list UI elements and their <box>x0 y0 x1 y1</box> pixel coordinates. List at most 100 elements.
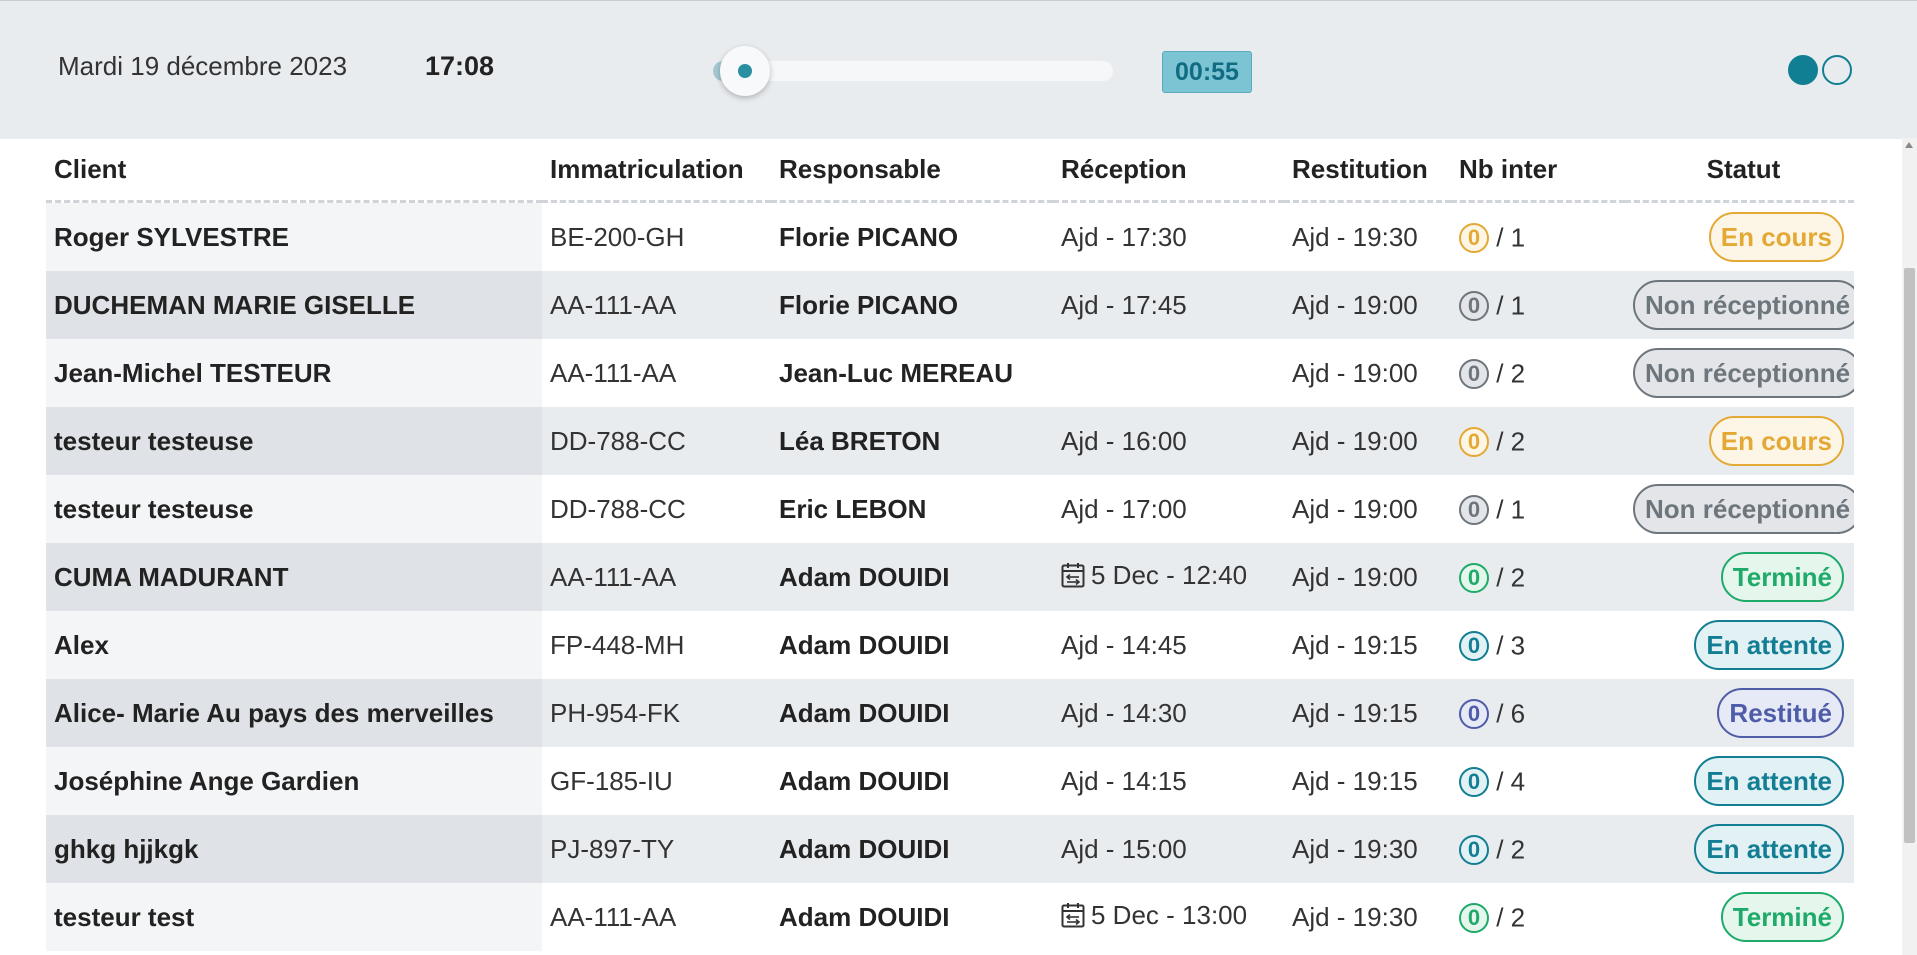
cell-responsable: Adam DOUIDI <box>771 815 1053 883</box>
cell-statut: En attente <box>1625 747 1854 815</box>
table-row[interactable]: DUCHEMAN MARIE GISELLE AA-111-AA Florie PI… <box>46 271 1854 339</box>
cell-immatriculation: AA-111-AA <box>542 339 771 407</box>
cell-client: testeur test <box>46 883 542 951</box>
cell-restitution: Ajd - 19:00 <box>1284 475 1451 543</box>
col-header-responsable[interactable]: Responsable <box>771 138 1053 203</box>
page-dot-2[interactable] <box>1822 55 1852 85</box>
table-row[interactable]: testeur testeuse DD-788-CC Léa BRETON Ajd -… <box>46 407 1854 475</box>
cell-restitution: Ajd - 19:30 <box>1284 815 1451 883</box>
cell-statut: Non réceptionné <box>1625 339 1854 407</box>
scrollbar-thumb[interactable] <box>1904 268 1915 843</box>
col-header-statut[interactable]: Statut <box>1625 138 1854 203</box>
inter-total: / 1 <box>1496 494 1526 525</box>
reception-text: Ajd - 14:15 <box>1061 765 1187 796</box>
status-badge[interactable]: Non réceptionné <box>1633 348 1854 398</box>
inter-count-badge: 0 <box>1459 358 1489 389</box>
status-badge[interactable]: En attente <box>1694 756 1844 806</box>
scroll-up-arrow-icon[interactable] <box>1905 142 1913 148</box>
cell-nb-inter: 0 / 2 <box>1451 407 1625 475</box>
status-badge[interactable]: Terminé <box>1720 552 1844 602</box>
inter-total: / 1 <box>1496 222 1526 253</box>
status-badge[interactable]: En attente <box>1694 620 1844 670</box>
status-badge[interactable]: En attente <box>1694 824 1844 874</box>
cell-responsable: Florie PICANO <box>771 271 1053 339</box>
calendar-icon <box>1061 562 1085 595</box>
inter-count-badge: 0 <box>1459 834 1489 865</box>
cell-responsable: Adam DOUIDI <box>771 883 1053 951</box>
cell-client: Joséphine Ange Gardien <box>46 747 542 815</box>
reception-text: Ajd - 15:00 <box>1061 833 1187 864</box>
status-badge[interactable]: Non réceptionné <box>1633 484 1854 534</box>
inter-total: / 4 <box>1496 766 1526 797</box>
cell-nb-inter: 0 / 1 <box>1451 475 1625 543</box>
cell-nb-inter: 0 / 1 <box>1451 271 1625 339</box>
cell-nb-inter: 0 / 2 <box>1451 543 1625 611</box>
inter-count-badge: 0 <box>1459 290 1489 321</box>
status-badge[interactable]: En cours <box>1708 212 1844 262</box>
cell-client: Roger SYLVESTRE <box>46 201 542 271</box>
page-indicator <box>1788 55 1852 85</box>
cell-reception: Ajd - 17:30 <box>1053 201 1284 271</box>
table-row[interactable]: CUMA MADURANT AA-111-AA Adam DOUIDI 5 Dec -… <box>46 543 1854 611</box>
time-slider[interactable] <box>713 46 1113 96</box>
cell-responsable: Adam DOUIDI <box>771 611 1053 679</box>
cell-responsable: Adam DOUIDI <box>771 543 1053 611</box>
col-header-restitution[interactable]: Restitution <box>1284 138 1451 203</box>
table-row[interactable]: ghkg hjjkgk PJ-897-TY Adam DOUIDI Ajd - 15:… <box>46 815 1854 883</box>
col-header-nb-inter[interactable]: Nb inter <box>1451 138 1625 203</box>
cell-statut: En cours <box>1625 201 1854 271</box>
cell-immatriculation: BE-200-GH <box>542 201 771 271</box>
col-header-reception[interactable]: Réception <box>1053 138 1284 203</box>
vertical-scrollbar[interactable] <box>1902 138 1917 955</box>
cell-immatriculation: AA-111-AA <box>542 883 771 951</box>
inter-total: / 2 <box>1496 426 1526 457</box>
col-header-client[interactable]: Client <box>46 138 542 203</box>
status-badge[interactable]: Non réceptionné <box>1633 280 1854 330</box>
cell-reception <box>1053 339 1284 407</box>
cell-immatriculation: AA-111-AA <box>542 271 771 339</box>
cell-client: Jean-Michel TESTEUR <box>46 339 542 407</box>
cell-reception: Ajd - 15:00 <box>1053 815 1284 883</box>
cell-responsable: Adam DOUIDI <box>771 679 1053 747</box>
table-row[interactable]: Jean-Michel TESTEUR AA-111-AA Jean-Luc MER… <box>46 339 1854 407</box>
inter-count-badge: 0 <box>1459 494 1489 525</box>
table-row[interactable]: testeur test AA-111-AA Adam DOUIDI 5 Dec - … <box>46 883 1854 951</box>
cell-statut: Restitué <box>1625 679 1854 747</box>
cell-restitution: Ajd - 19:30 <box>1284 883 1451 951</box>
table-row[interactable]: Roger SYLVESTRE BE-200-GH Florie PICANO Ajd… <box>46 201 1854 271</box>
cell-nb-inter: 0 / 4 <box>1451 747 1625 815</box>
cell-nb-inter: 0 / 2 <box>1451 815 1625 883</box>
status-badge[interactable]: Restitué <box>1717 688 1844 738</box>
cell-nb-inter: 0 / 2 <box>1451 339 1625 407</box>
status-badge[interactable]: En cours <box>1708 416 1844 466</box>
status-badge[interactable]: Terminé <box>1720 892 1844 942</box>
table-row[interactable]: Alice- Marie Au pays des merveilles PH-95… <box>46 679 1854 747</box>
table-row[interactable]: Alex FP-448-MH Adam DOUIDI Ajd - 14:45 Ajd -… <box>46 611 1854 679</box>
slider-thumb[interactable] <box>720 46 770 96</box>
col-header-immatriculation[interactable]: Immatriculation <box>542 138 771 203</box>
inter-total: / 2 <box>1496 358 1526 389</box>
cell-responsable: Eric LEBON <box>771 475 1053 543</box>
cell-reception: Ajd - 14:45 <box>1053 611 1284 679</box>
cell-client: testeur testeuse <box>46 407 542 475</box>
cell-immatriculation: GF-185-IU <box>542 747 771 815</box>
inter-count-badge: 0 <box>1459 698 1489 729</box>
inter-total: / 6 <box>1496 698 1526 729</box>
cell-restitution: Ajd - 19:15 <box>1284 747 1451 815</box>
cell-nb-inter: 0 / 2 <box>1451 883 1625 951</box>
cell-reception: 5 Dec - 13:00 <box>1053 883 1284 951</box>
top-bar: Mardi 19 décembre 2023 17:08 00:55 <box>0 0 1917 139</box>
inter-total: / 3 <box>1496 630 1526 661</box>
inter-total: / 2 <box>1496 834 1526 865</box>
cell-client: Alice- Marie Au pays des merveilles <box>46 679 542 747</box>
cell-reception: Ajd - 16:00 <box>1053 407 1284 475</box>
interventions-table: Client Immatriculation Responsable Récep… <box>46 138 1854 951</box>
cell-reception: Ajd - 14:30 <box>1053 679 1284 747</box>
table-row[interactable]: Joséphine Ange Gardien GF-185-IU Adam DOUI… <box>46 747 1854 815</box>
slider-track[interactable] <box>713 61 1113 81</box>
cell-restitution: Ajd - 19:00 <box>1284 543 1451 611</box>
cell-restitution: Ajd - 19:00 <box>1284 407 1451 475</box>
page-dot-1[interactable] <box>1788 55 1818 85</box>
cell-reception: 5 Dec - 12:40 <box>1053 543 1284 611</box>
table-row[interactable]: testeur testeuse DD-788-CC Eric LEBON Ajd -… <box>46 475 1854 543</box>
